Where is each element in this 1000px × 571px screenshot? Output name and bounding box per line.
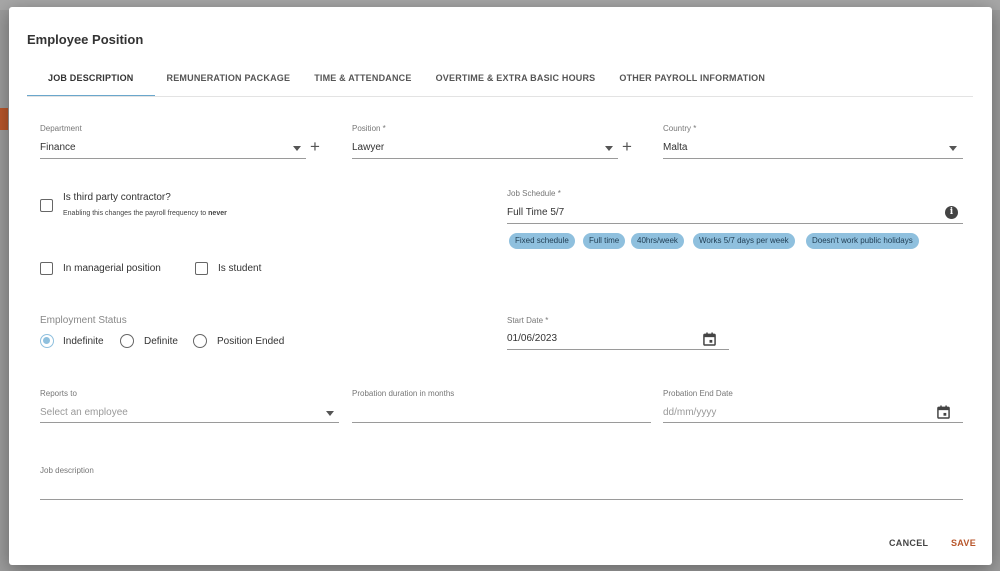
reports-to-select[interactable]: Reports to Select an employee <box>40 389 339 425</box>
schedule-chip: Fixed schedule <box>509 233 575 249</box>
job-description-input[interactable]: Job description <box>40 466 963 502</box>
schedule-chip: 40hrs/week <box>631 233 684 249</box>
reports-to-underline <box>40 422 339 423</box>
definite-label: Definite <box>144 336 178 347</box>
country-select[interactable]: Country * Malta <box>663 124 963 160</box>
tab-other-payroll-information[interactable]: OTHER PAYROLL INFORMATION <box>607 65 777 97</box>
probation-end-date-placeholder: dd/mm/yyyy <box>663 407 717 418</box>
calendar-icon[interactable] <box>703 332 716 346</box>
probation-end-date-underline <box>663 422 963 423</box>
job-schedule-underline <box>507 223 963 224</box>
start-date-value: 01/06/2023 <box>507 333 558 344</box>
job-schedule-field[interactable]: Job Schedule * Full Time 5/7 i <box>507 189 963 225</box>
add-department-plus-icon[interactable]: + <box>310 138 320 155</box>
tab-bar: JOB DESCRIPTION REMUNERATION PACKAGE TIM… <box>27 65 777 97</box>
cancel-button[interactable]: CANCEL <box>889 538 928 548</box>
reports-to-label: Reports to <box>40 389 77 398</box>
tab-job-description[interactable]: JOB DESCRIPTION <box>27 65 155 97</box>
position-underline <box>352 158 618 159</box>
employee-position-dialog: Employee Position JOB DESCRIPTION REMUNE… <box>9 7 992 565</box>
managerial-position-label: In managerial position <box>63 263 161 274</box>
hint-text: Enabling this changes the payroll freque… <box>63 210 207 217</box>
position-chevron-down-icon <box>605 146 613 151</box>
tab-time-attendance[interactable]: TIME & ATTENDANCE <box>302 65 423 97</box>
definite-radio[interactable] <box>120 334 134 348</box>
job-schedule-label: Job Schedule * <box>507 189 561 198</box>
start-date-label: Start Date * <box>507 316 549 325</box>
department-select[interactable]: Department Finance <box>40 124 306 160</box>
schedule-chip: Full time <box>583 233 626 249</box>
country-label: Country * <box>663 124 697 133</box>
save-button[interactable]: SAVE <box>951 538 976 548</box>
schedule-chip: Works 5/7 days per week <box>693 233 795 249</box>
position-ended-label: Position Ended <box>217 336 285 347</box>
third-party-contractor-hint: Enabling this changes the payroll freque… <box>63 210 227 217</box>
department-value: Finance <box>40 142 76 153</box>
position-value: Lawyer <box>352 142 385 153</box>
managerial-position-checkbox[interactable] <box>40 262 53 275</box>
department-chevron-down-icon <box>293 146 301 151</box>
probation-duration-input[interactable]: Probation duration in months <box>352 389 651 425</box>
position-ended-radio[interactable] <box>193 334 207 348</box>
third-party-contractor-label: Is third party contractor? <box>63 192 171 203</box>
country-value: Malta <box>663 142 688 153</box>
probation-end-date-field[interactable]: Probation End Date dd/mm/yyyy <box>663 389 963 425</box>
add-position-plus-icon[interactable]: + <box>622 138 632 155</box>
department-underline <box>40 158 306 159</box>
job-schedule-info-icon[interactable]: i <box>945 206 958 219</box>
tab-overtime-extra-basic-hours[interactable]: OVERTIME & EXTRA BASIC HOURS <box>424 65 608 97</box>
indefinite-radio[interactable] <box>40 334 54 348</box>
third-party-contractor-checkbox[interactable] <box>40 199 53 212</box>
position-label: Position * <box>352 124 386 133</box>
country-chevron-down-icon <box>949 146 957 151</box>
indefinite-label: Indefinite <box>63 336 104 347</box>
schedule-chip: Doesn't work public holidays <box>806 233 919 249</box>
student-checkbox[interactable] <box>195 262 208 275</box>
calendar-icon[interactable] <box>937 405 950 419</box>
probation-duration-label: Probation duration in months <box>352 389 455 398</box>
reports-to-chevron-down-icon <box>326 411 334 416</box>
hint-bold-text: never <box>208 210 227 217</box>
dialog-title: Employee Position <box>27 32 144 47</box>
job-schedule-value: Full Time 5/7 <box>507 207 565 218</box>
probation-end-date-label: Probation End Date <box>663 389 733 398</box>
app-accent-strip <box>0 108 8 130</box>
employment-status-label: Employment Status <box>40 315 127 326</box>
tab-remuneration-package[interactable]: REMUNERATION PACKAGE <box>155 65 303 97</box>
job-description-label: Job description <box>40 466 94 475</box>
tabs-divider <box>27 96 973 97</box>
department-label: Department <box>40 124 82 133</box>
country-underline <box>663 158 963 159</box>
reports-to-placeholder: Select an employee <box>40 407 128 418</box>
start-date-field[interactable]: Start Date * 01/06/2023 <box>507 316 729 352</box>
job-description-underline <box>40 499 963 500</box>
student-label: Is student <box>218 263 262 274</box>
probation-duration-underline <box>352 422 651 423</box>
position-select[interactable]: Position * Lawyer <box>352 124 618 160</box>
start-date-underline <box>507 349 729 350</box>
